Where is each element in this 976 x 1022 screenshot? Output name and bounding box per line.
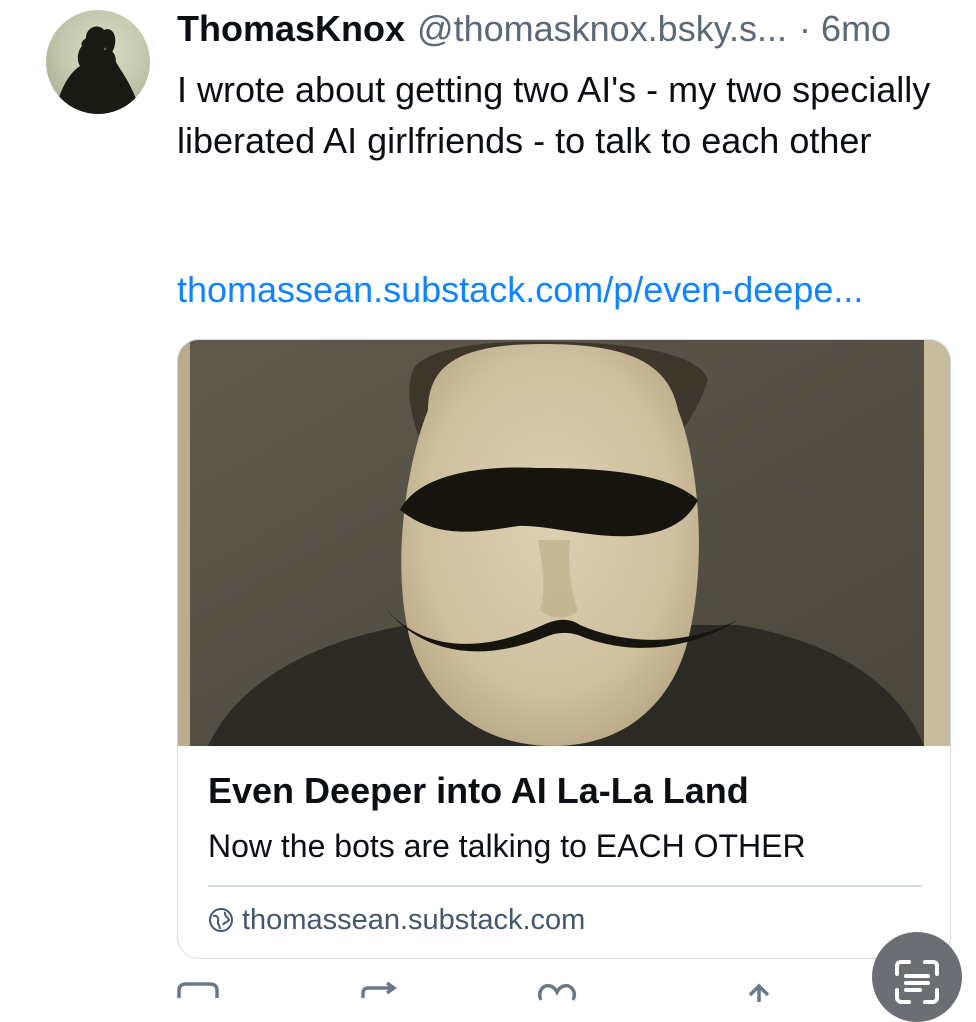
link-card-description: Now the bots are talking to EACH OTHER: [208, 828, 806, 864]
post-link[interactable]: thomassean.substack.com/p/even-deepe...: [177, 264, 962, 315]
repost-icon[interactable]: [359, 981, 403, 1012]
reply-icon[interactable]: [177, 982, 221, 1012]
link-card-domain-row: thomassean.substack.com: [208, 900, 585, 940]
author-avatar[interactable]: [46, 10, 150, 114]
post-action-bar: [177, 981, 817, 1002]
post-text: I wrote about getting two AI's - my two …: [177, 69, 931, 161]
link-preview-image: [178, 340, 950, 746]
like-icon[interactable]: [537, 982, 581, 1012]
scan-text-button[interactable]: [872, 932, 962, 1022]
header-separator: ·: [799, 8, 812, 49]
link-card-title: Even Deeper into AI La-La Land: [208, 770, 749, 811]
post-timestamp[interactable]: 6mo: [821, 8, 891, 50]
link-card-divider: [208, 885, 922, 887]
share-icon[interactable]: [737, 982, 781, 1012]
post-header: ThomasKnox @thomasknox.bsky.s... · 6mo: [177, 8, 967, 56]
link-card-domain: thomassean.substack.com: [242, 903, 586, 936]
scan-text-icon: [887, 932, 947, 1017]
author-name[interactable]: ThomasKnox: [177, 8, 405, 50]
author-handle[interactable]: @thomasknox.bsky.s...: [417, 8, 787, 50]
avatar-silhouette: [54, 26, 142, 114]
link-preview-card[interactable]: Even Deeper into AI La-La Land Now the b…: [177, 339, 951, 959]
globe-icon: [208, 907, 234, 933]
